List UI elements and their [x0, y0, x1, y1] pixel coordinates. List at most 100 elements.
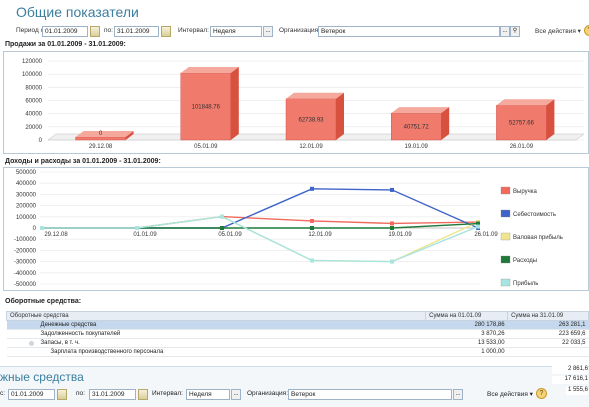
cash-to-label: по:: [76, 390, 85, 397]
legend-label: Расходы: [513, 258, 537, 264]
row-value: 280 178,86: [425, 320, 508, 330]
bar-front: [75, 136, 126, 141]
interval-select-button[interactable]: ...: [263, 26, 273, 37]
y-tick-label: -500000: [14, 282, 37, 288]
legend-label: Себестоимость: [513, 212, 556, 218]
table-row[interactable]: Денежные средства 280 178,86 263 281,1: [6, 320, 589, 330]
organization-field[interactable]: Ветерок: [318, 26, 500, 37]
row-name: Запасы, в т. ч.: [6, 338, 426, 348]
data-point: [310, 186, 314, 191]
filter-bar: Период с: 01.01.2009 по: 31.01.2009 Инте…: [16, 25, 589, 38]
column-header[interactable]: Оборотные средства: [5, 311, 427, 321]
legend-label: Валовая прибыль: [513, 235, 563, 241]
legend-swatch: [500, 209, 511, 218]
table-row[interactable]: Задолженность покупателей 3 870,26 223 6…: [6, 329, 589, 339]
expand-group-icon[interactable]: [28, 341, 34, 346]
report-window: Общие показатели Период с: 01.01.2009 по…: [0, 0, 589, 407]
cash-interval-field[interactable]: Неделя: [186, 389, 230, 400]
help-icon[interactable]: ?: [584, 25, 589, 36]
bar-value-label: 101848.76: [192, 104, 221, 110]
column-header[interactable]: Сумма на 01.01.09: [425, 311, 509, 321]
bar-value-label: 62738.93: [298, 117, 324, 123]
cash-org-label: Организация:: [247, 390, 289, 397]
row-value: [507, 347, 589, 357]
table-row[interactable]: Запасы, в т. ч. 13 533,00 22 033,5: [6, 338, 589, 348]
bar-side: [230, 66, 239, 140]
income-chart-panel: 500000 400000 300000 200000 100000 0 -100000 -2…: [3, 167, 589, 291]
row-value: 22 033,5: [507, 338, 589, 348]
y-tick-label: -100000: [14, 237, 37, 243]
period-to-label: по:: [104, 27, 113, 34]
assets-section-title: Оборотные средства:: [5, 298, 82, 305]
x-tick-label: 26.01.09: [474, 232, 498, 238]
x-tick-label: 29.12.08: [44, 232, 68, 238]
x-tick-label: 12.01.09: [299, 144, 323, 150]
help-icon[interactable]: ?: [536, 388, 547, 399]
income-section-title: Доходы и расходы за 01.01.2009 - 31.01.2…: [5, 158, 161, 165]
cash-org-field[interactable]: Ветерок: [288, 389, 452, 400]
organization-search-button[interactable]: ⚲: [510, 26, 520, 37]
y-tick-label: 40000: [25, 112, 42, 118]
cash-window-title: жные средства: [0, 370, 84, 384]
assets-table: Оборотные средства Сумма на 01.01.09 Сум…: [5, 311, 589, 357]
x-tick-label: 01.01.09: [133, 232, 157, 238]
bar-side: [336, 92, 344, 140]
y-tick-label: 80000: [25, 85, 42, 91]
bar: [391, 107, 450, 141]
cash-all-actions-menu[interactable]: Все действия ▾: [487, 390, 533, 398]
y-tick-label: -200000: [14, 248, 37, 254]
calendar-icon[interactable]: [57, 389, 67, 400]
cash-org-select-button[interactable]: ...: [453, 389, 463, 400]
cash-to-field[interactable]: 31.01.2009: [89, 389, 136, 400]
side-value: 17 616,1: [552, 376, 588, 384]
row-name: Задолженность покупателей: [6, 329, 426, 339]
bar-top: [391, 107, 450, 114]
row-value: 223 659,6: [507, 329, 589, 339]
interval-field[interactable]: Неделя: [210, 26, 262, 37]
legend-swatch: [500, 278, 511, 287]
calendar-icon[interactable]: [90, 26, 100, 37]
side-value: 2 861,6: [552, 366, 588, 374]
x-tick-label: 12.01.09: [308, 232, 332, 238]
row-value: 3 870,26: [425, 329, 508, 339]
legend-label: Выручка: [513, 189, 537, 195]
table-row[interactable]: Зарплата производственного персонала 1 0…: [6, 347, 589, 357]
cash-from-field[interactable]: 01.01.2009: [8, 389, 55, 400]
cash-assets-window: жные средства с: 01.01.2009 по: 31.01.20…: [0, 366, 589, 407]
y-tick-label: 0: [33, 226, 37, 232]
period-to-field[interactable]: 31.01.2009: [114, 26, 159, 37]
all-actions-menu[interactable]: Все действия ▾: [535, 27, 581, 35]
interval-label: Интервал:: [178, 27, 209, 34]
bar-top: [75, 131, 134, 137]
y-tick-label: -300000: [14, 260, 37, 266]
y-tick-label: 300000: [16, 192, 37, 198]
row-value: 263 281,1: [507, 320, 589, 330]
bar: [180, 66, 239, 141]
y-tick-label: 60000: [25, 99, 42, 105]
cash-interval-select-button[interactable]: ...: [231, 389, 241, 400]
data-point: [310, 226, 314, 230]
data-point: [135, 226, 139, 230]
data-point: [310, 218, 314, 223]
sales-bar-chart: 120000100000800006000040000200000029.12.…: [22, 59, 585, 150]
y-tick-label: 0: [39, 138, 43, 144]
organization-select-button[interactable]: ...: [500, 26, 510, 37]
legend-swatch: [500, 186, 511, 195]
calendar-icon[interactable]: [161, 26, 171, 37]
row-name-text: Запасы, в т. ч.: [40, 340, 80, 346]
data-point: [220, 214, 224, 219]
legend-label: Прибыль: [513, 281, 538, 287]
bar-top: [496, 99, 555, 106]
side-value: 1 555,6: [566, 387, 588, 395]
column-header[interactable]: Сумма на 31.01.09: [507, 311, 589, 321]
y-tick-label: 100000: [22, 72, 43, 78]
y-tick-label: 200000: [16, 204, 37, 210]
y-tick-label: -400000: [14, 271, 37, 277]
bar-value-label: 40751.72: [404, 125, 430, 131]
organization-label: Организация:: [279, 27, 321, 34]
cash-from-label: с:: [0, 390, 6, 397]
x-tick-label: 05.01.09: [218, 232, 242, 238]
period-from-field[interactable]: 01.01.2009: [42, 26, 88, 37]
calendar-icon[interactable]: [138, 389, 148, 400]
table-header: Оборотные средства Сумма на 01.01.09 Сум…: [5, 311, 589, 321]
